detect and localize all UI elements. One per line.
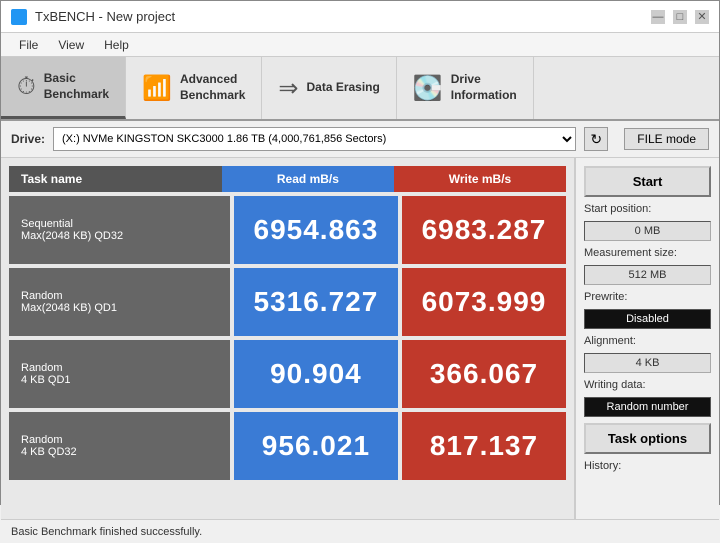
app-icon: [11, 9, 27, 25]
drive-information-label: DriveInformation: [451, 72, 517, 103]
write-random-2048-qd1: 6073.999: [402, 268, 566, 336]
read-random-2048-qd1: 5316.727: [234, 268, 398, 336]
task-options-button[interactable]: Task options: [584, 423, 711, 454]
menu-file[interactable]: File: [9, 36, 48, 54]
close-button[interactable]: ✕: [695, 10, 709, 24]
drive-bar: Drive: (X:) NVMe KINGSTON SKC3000 1.86 T…: [1, 121, 719, 158]
benchmark-area: Task name Read mB/s Write mB/s Sequentia…: [1, 158, 574, 519]
toolbar-drive-information[interactable]: 💽 DriveInformation: [397, 57, 534, 119]
writing-data-label: Writing data:: [584, 379, 711, 391]
start-button[interactable]: Start: [584, 166, 711, 197]
read-random-4kb-qd1: 90.904: [234, 340, 398, 408]
task-random-4kb-qd32: Random4 KB QD32: [9, 412, 230, 480]
toolbar-advanced-benchmark[interactable]: 📶 AdvancedBenchmark: [126, 57, 262, 119]
window-title: TxBENCH - New project: [35, 9, 175, 24]
writing-data-value: Random number: [584, 397, 711, 417]
bench-row-random-2048-qd1: RandomMax(2048 KB) QD1 5316.727 6073.999: [9, 268, 566, 336]
maximize-button[interactable]: □: [673, 10, 687, 24]
alignment-value: 4 KB: [584, 353, 711, 373]
minimize-button[interactable]: —: [651, 10, 665, 24]
drive-refresh-button[interactable]: ↻: [584, 127, 608, 151]
right-panel: Start Start position: 0 MB Measurement s…: [574, 158, 719, 519]
write-random-4kb-qd32: 817.137: [402, 412, 566, 480]
start-position-label: Start position:: [584, 203, 711, 215]
start-position-value: 0 MB: [584, 221, 711, 241]
advanced-benchmark-label: AdvancedBenchmark: [180, 72, 245, 103]
file-mode-button[interactable]: FILE mode: [624, 128, 709, 150]
window-controls[interactable]: — □ ✕: [651, 10, 709, 24]
col-task-name: Task name: [9, 166, 222, 192]
toolbar: ⏱ BasicBenchmark 📶 AdvancedBenchmark ⇒ D…: [1, 57, 719, 121]
col-write-header: Write mB/s: [394, 166, 566, 192]
drive-select[interactable]: (X:) NVMe KINGSTON SKC3000 1.86 TB (4,00…: [53, 127, 576, 151]
drive-label: Drive:: [11, 132, 45, 146]
basic-benchmark-icon: ⏱: [17, 73, 36, 101]
bench-header: Task name Read mB/s Write mB/s: [9, 166, 566, 192]
menu-bar: File View Help: [1, 33, 719, 57]
task-sequential: SequentialMax(2048 KB) QD32: [9, 196, 230, 264]
toolbar-basic-benchmark[interactable]: ⏱ BasicBenchmark: [1, 57, 126, 119]
drive-information-icon: 💽: [413, 74, 443, 103]
data-erasing-label: Data Erasing: [306, 80, 379, 96]
status-text: Basic Benchmark finished successfully.: [11, 526, 202, 538]
measurement-size-label: Measurement size:: [584, 247, 711, 259]
menu-help[interactable]: Help: [94, 36, 139, 54]
basic-benchmark-label: BasicBenchmark: [44, 71, 109, 102]
main-area: Task name Read mB/s Write mB/s Sequentia…: [1, 158, 719, 519]
alignment-label: Alignment:: [584, 335, 711, 347]
advanced-benchmark-icon: 📶: [142, 74, 172, 103]
write-random-4kb-qd1: 366.067: [402, 340, 566, 408]
prewrite-value: Disabled: [584, 309, 711, 329]
task-random-2048-qd1: RandomMax(2048 KB) QD1: [9, 268, 230, 336]
data-erasing-icon: ⇒: [278, 74, 298, 103]
status-bar: Basic Benchmark finished successfully.: [1, 519, 719, 543]
bench-row-random-4kb-qd32: Random4 KB QD32 956.021 817.137: [9, 412, 566, 480]
prewrite-label: Prewrite:: [584, 291, 711, 303]
col-read-header: Read mB/s: [222, 166, 394, 192]
history-label: History:: [584, 460, 711, 472]
toolbar-data-erasing[interactable]: ⇒ Data Erasing: [262, 57, 396, 119]
bench-row-random-4kb-qd1: Random4 KB QD1 90.904 366.067: [9, 340, 566, 408]
task-random-4kb-qd1: Random4 KB QD1: [9, 340, 230, 408]
read-sequential: 6954.863: [234, 196, 398, 264]
menu-view[interactable]: View: [48, 36, 94, 54]
title-bar: TxBENCH - New project — □ ✕: [1, 1, 719, 33]
write-sequential: 6983.287: [402, 196, 566, 264]
bench-row-sequential: SequentialMax(2048 KB) QD32 6954.863 698…: [9, 196, 566, 264]
measurement-size-value: 512 MB: [584, 265, 711, 285]
read-random-4kb-qd32: 956.021: [234, 412, 398, 480]
